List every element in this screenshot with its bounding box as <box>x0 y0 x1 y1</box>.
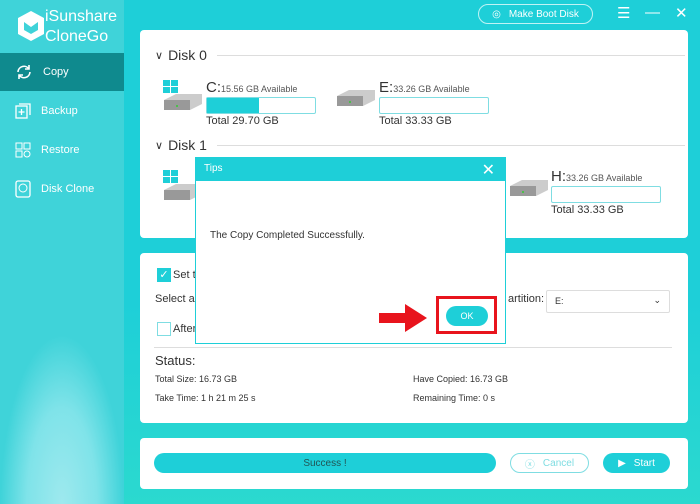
sidebar-item-restore[interactable]: Restore <box>0 131 124 169</box>
start-button[interactable]: ▶ Start <box>603 453 670 473</box>
close-icon[interactable]: ✕ <box>482 160 495 180</box>
menu-icon[interactable]: ☰ <box>617 4 630 22</box>
usage-bar <box>379 97 489 114</box>
sidebar-item-copy[interactable]: Copy <box>0 53 124 91</box>
drive-icon <box>510 180 548 196</box>
play-icon: ▶ <box>618 457 626 469</box>
cancel-icon: ⓧ <box>524 459 535 471</box>
chevron-down-icon: ⌄ <box>653 295 661 305</box>
tips-dialog: Tips ✕ The Copy Completed Successfully. O… <box>195 157 506 344</box>
total-size: Total Size: 16.73 GB <box>155 374 238 384</box>
sidebar: iSunshare CloneGo Copy Backup Restore Dis… <box>0 0 124 504</box>
divider <box>154 347 672 348</box>
sidebar-item-disk-clone[interactable]: Disk Clone <box>0 170 124 208</box>
select-label: Select a <box>155 293 195 305</box>
partition-e[interactable]: E:33.26 GB Available Total 33.33 GB <box>379 79 489 127</box>
usage-bar <box>551 186 661 203</box>
remaining-time: Remaining Time: 0 s <box>413 393 496 403</box>
backup-icon <box>15 103 31 119</box>
ok-button[interactable]: OK <box>446 306 488 326</box>
disk-header[interactable]: ∨ Disk 0 <box>155 47 685 63</box>
have-copied: Have Copied: 16.73 GB <box>413 374 509 384</box>
highlight-box: OK <box>436 296 497 334</box>
cancel-button[interactable]: ⓧ Cancel <box>510 453 589 473</box>
disk-clone-icon <box>15 180 31 198</box>
dialog-message: The Copy Completed Successfully. <box>210 230 365 241</box>
sync-icon <box>17 65 31 79</box>
arrow-right-icon <box>379 304 427 332</box>
minimize-icon[interactable]: — <box>645 4 660 21</box>
usage-bar <box>206 97 316 114</box>
take-time: Take Time: 1 h 21 m 25 s <box>155 393 256 403</box>
logo-icon <box>18 11 44 41</box>
after-checkbox[interactable]: After <box>157 322 196 336</box>
partition-select[interactable]: E: ⌄ <box>546 290 670 313</box>
sidebar-item-backup[interactable]: Backup <box>0 92 124 130</box>
make-boot-disk-button[interactable]: ◎ Make Boot Disk <box>478 4 593 24</box>
status-title: Status: <box>155 353 196 368</box>
cloud-decoration <box>0 334 124 504</box>
partition-c[interactable]: C:15.56 GB Available Total 29.70 GB <box>206 79 316 127</box>
windows-drive-icon <box>163 80 202 110</box>
restore-icon <box>15 142 31 158</box>
checkbox-unchecked <box>157 322 171 336</box>
partition-h[interactable]: H:33.26 GB Available Total 33.33 GB <box>551 168 661 216</box>
disc-icon: ◎ <box>492 8 501 20</box>
set-checkbox[interactable]: ✓ Set t <box>157 268 196 282</box>
disk-header[interactable]: ∨ Disk 1 <box>155 137 685 153</box>
chevron-down-icon: ∨ <box>155 139 164 152</box>
chevron-down-icon: ∨ <box>155 49 164 62</box>
progress-bar: Success ! <box>154 453 496 473</box>
close-icon[interactable]: ✕ <box>675 4 688 22</box>
checkbox-checked: ✓ <box>157 268 171 282</box>
app-name: iSunshare CloneGo <box>45 8 118 45</box>
partition-label: artition: <box>508 293 545 305</box>
drive-icon <box>337 90 375 106</box>
dialog-header: Tips ✕ <box>196 158 505 181</box>
